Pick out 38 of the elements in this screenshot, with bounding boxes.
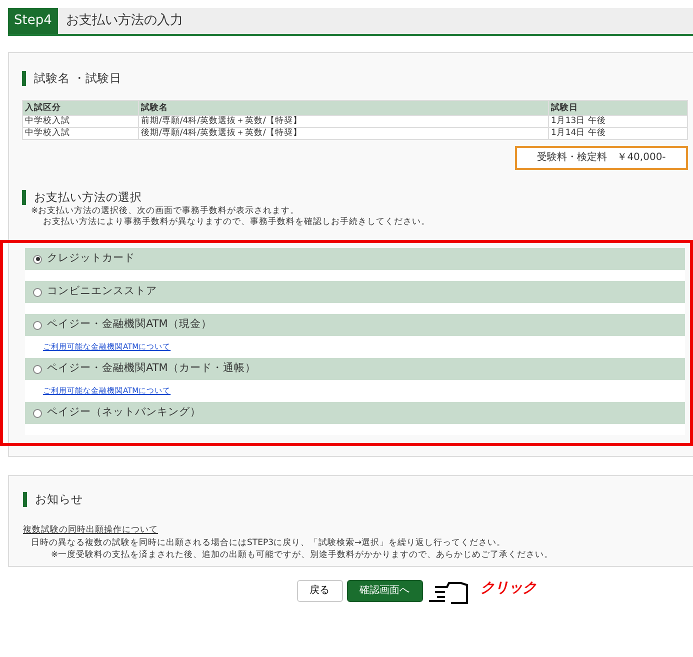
radio-button[interactable] (33, 254, 42, 264)
section-title: お支払い方法の選択 (22, 190, 142, 204)
payment-option[interactable]: コンビニエンスストア (25, 281, 685, 303)
payment-option[interactable]: クレジットカード (25, 248, 685, 270)
notice-text: ※一度受験料の支払を済まされた後、追加の出願も可能ですが、別途手数料がかかりますので、あらかじめご了承ください。 (50, 549, 554, 561)
payment-option[interactable]: ペイジー・金融機関ATM（現金） (25, 314, 685, 336)
radio-button[interactable] (33, 320, 42, 330)
section-title: 試験名 ・試験日 (22, 71, 122, 86)
payment-option[interactable]: ペイジー・金融機関ATM（カード・通帳） (25, 358, 685, 380)
table-cell: 中学校入試 (22, 127, 138, 139)
column-header: 入試区分 (22, 100, 138, 115)
column-header: 試験日 (548, 100, 688, 115)
section-title: お知らせ (23, 492, 83, 507)
column-header: 試験名 (138, 100, 548, 115)
payment-option[interactable]: ペイジー（ネットバンキング） (25, 402, 685, 424)
table-cell: 1月14日 午後 (548, 127, 688, 139)
option-label: ペイジー・金融機関ATM（現金） (47, 317, 212, 332)
radio-button[interactable] (33, 364, 42, 374)
fee-total: 受験料・検定料 ￥40,000- (515, 146, 688, 170)
confirm-button[interactable]: 確認画面へ (346, 580, 422, 602)
radio-button[interactable] (33, 408, 42, 418)
option-label: ペイジー（ネットバンキング） (47, 405, 201, 420)
page-title: お支払い方法の入力 (64, 12, 184, 30)
click-annotation: クリック (480, 579, 536, 597)
note-text: お支払い方法により事務手数料が異なりますので、事務手数料を確認しお手続きしてください。 (42, 217, 431, 228)
table-cell: 1月13日 午後 (548, 115, 688, 127)
notice-link[interactable]: 複数試験の同時出願操作について (23, 524, 158, 534)
note-text: ※お支払い方法の選択後、次の画面で事務手数料が表示されます。 (31, 206, 300, 216)
radio-button[interactable] (33, 288, 42, 296)
option-label: ペイジー・金融機関ATM（カード・通帳） (47, 361, 256, 376)
step-label: Step4 (8, 8, 58, 34)
table-cell: 後期/専願/4科/英数選抜＋英数/【特奨】 (138, 127, 548, 139)
option-label: クレジットカード (47, 251, 135, 266)
table-cell: 中学校入試 (22, 115, 138, 127)
back-button[interactable]: 戻る (296, 580, 342, 602)
notice-text: 日時の異なる複数の試験を同時に出願される場合にはSTEP3に戻り、「試験検索→選択」を繰り返し行ってください。 (30, 537, 507, 549)
table-cell: 前期/専願/4科/英数選抜＋英数/【特奨】 (138, 115, 548, 127)
option-label: コンビニエンスストア (47, 284, 157, 300)
